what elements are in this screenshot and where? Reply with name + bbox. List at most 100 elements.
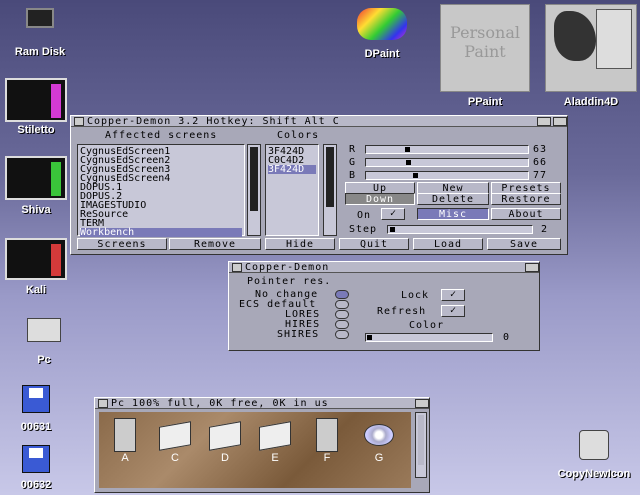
pc-drive-window: Pc 100% full, 0K free, 0K in us A C D E …: [94, 397, 430, 493]
list-item-selected[interactable]: 3F424D: [268, 165, 316, 175]
kali-label: Kali: [25, 284, 47, 296]
pointer-option-label: SHIRES: [277, 329, 320, 340]
g-value: 66: [533, 157, 548, 168]
close-icon[interactable]: [98, 398, 108, 408]
depth-icon[interactable]: [525, 262, 539, 272]
g-slider[interactable]: [365, 158, 529, 167]
refresh-checkbox[interactable]: ✓: [441, 305, 465, 317]
drive-d-icon[interactable]: D: [205, 418, 245, 464]
pointer-radio-no-change[interactable]: [335, 290, 349, 299]
lock-label: Lock: [401, 290, 430, 301]
zoom-icon[interactable]: [537, 116, 551, 126]
ram-disk-label: Ram Disk: [14, 46, 66, 58]
pc-vertical-scrollbar[interactable]: [415, 412, 427, 478]
main-titlebar[interactable]: Copper-Demon 3.2 Hotkey: Shift Alt C: [71, 116, 567, 127]
screens-button[interactable]: Screens: [77, 238, 167, 250]
list-item-selected[interactable]: Workbench: [80, 228, 242, 238]
hard-drive-icon: [209, 421, 241, 451]
shiva-icon[interactable]: Shiva: [2, 156, 70, 216]
hard-drive-icon: [159, 421, 191, 451]
monitor-icon: [5, 238, 67, 280]
misc-title: Copper-Demon: [245, 261, 330, 273]
g-label: G: [349, 157, 357, 168]
pointer-radio-shires[interactable]: [335, 330, 349, 339]
remove-button[interactable]: Remove: [169, 238, 261, 250]
screens-scrollbar[interactable]: [247, 144, 261, 236]
kali-icon[interactable]: Kali: [2, 238, 70, 296]
chip-icon: [26, 8, 54, 28]
disk-00632-icon[interactable]: 00632: [6, 445, 66, 491]
shiva-label: Shiva: [21, 204, 51, 216]
screens-list[interactable]: CygnusEdScreen1 CygnusEdScreen2 CygnusEd…: [77, 144, 245, 238]
aladdin4d-icon[interactable]: Aladdin4D: [542, 4, 640, 108]
pointer-res-label: Pointer res.: [247, 276, 332, 287]
pointer-radio-ecs-default[interactable]: [335, 300, 349, 309]
aladdin-preview: [545, 4, 637, 92]
list-item[interactable]: ReSource: [80, 210, 242, 220]
aladdin4d-label: Aladdin4D: [563, 96, 619, 108]
down-button[interactable]: Down: [345, 193, 415, 205]
drive-a-icon[interactable]: A: [107, 418, 143, 464]
colors-scrollbar[interactable]: [323, 144, 337, 236]
disk-00631-icon[interactable]: 00631: [6, 385, 66, 433]
drive-e-icon[interactable]: E: [255, 418, 295, 464]
hide-button[interactable]: Hide: [265, 238, 335, 250]
pc-icon[interactable]: Pc: [14, 318, 74, 366]
colors-list[interactable]: 3F424D C0C4D2 3F424D: [265, 144, 319, 236]
pointer-radio-lores[interactable]: [335, 310, 349, 319]
color-value: 0: [503, 332, 511, 343]
b-value: 77: [533, 170, 548, 181]
pc-titlebar[interactable]: Pc 100% full, 0K free, 0K in us: [95, 398, 429, 409]
color-label: Color: [409, 320, 445, 331]
save-button[interactable]: Save: [487, 238, 561, 250]
copper-demon-main-window: Copper-Demon 3.2 Hotkey: Shift Alt C Aff…: [70, 115, 568, 255]
copper-demon-misc-window: Copper-Demon Pointer res. No change ECS …: [228, 261, 540, 351]
misc-button[interactable]: Misc: [417, 208, 489, 220]
b-label: B: [349, 170, 357, 181]
pc-drive-icon: [27, 318, 61, 342]
copynewicon-label: CopyNewIcon: [557, 468, 631, 480]
drive-label: G: [374, 452, 384, 464]
step-value: 2: [541, 224, 549, 235]
quit-button[interactable]: Quit: [339, 238, 409, 250]
close-icon[interactable]: [232, 262, 242, 272]
restore-button[interactable]: Restore: [491, 193, 561, 205]
color-slider[interactable]: [365, 333, 493, 342]
colors-label: Colors: [277, 130, 320, 141]
hard-drive-icon: [259, 421, 291, 451]
refresh-label: Refresh: [377, 306, 427, 317]
drive-f-icon[interactable]: F: [309, 418, 345, 464]
step-slider[interactable]: [387, 225, 533, 234]
pointer-radio-hires[interactable]: [335, 320, 349, 329]
disk-00631-label: 00631: [20, 421, 52, 433]
copynewicon-icon[interactable]: CopyNewIcon: [550, 430, 638, 480]
depth-icon[interactable]: [415, 398, 429, 408]
dpaint-icon[interactable]: DPaint: [350, 8, 414, 60]
r-label: R: [349, 144, 357, 155]
step-label: Step: [349, 224, 378, 235]
monitor-icon: [5, 78, 67, 122]
disk-00632-label: 00632: [20, 479, 52, 491]
lock-checkbox[interactable]: ✓: [441, 289, 465, 301]
b-slider[interactable]: [365, 171, 529, 180]
stiletto-icon[interactable]: Stiletto: [2, 78, 70, 136]
close-icon[interactable]: [74, 116, 84, 126]
drive-g-icon[interactable]: G: [359, 418, 399, 464]
depth-icon[interactable]: [553, 116, 567, 126]
cd-rom-icon: [364, 424, 394, 446]
drive-label: A: [121, 452, 129, 464]
about-button[interactable]: About: [491, 208, 561, 220]
on-checkbox[interactable]: ✓: [381, 208, 405, 220]
network-drive-icon: [316, 418, 338, 452]
affected-screens-label: Affected screens: [105, 130, 218, 141]
r-slider[interactable]: [365, 145, 529, 154]
misc-titlebar[interactable]: Copper-Demon: [229, 262, 539, 273]
load-button[interactable]: Load: [413, 238, 483, 250]
delete-button[interactable]: Delete: [417, 193, 489, 205]
floppy-drive-icon: [114, 418, 136, 452]
ram-disk-icon[interactable]: Ram Disk: [8, 8, 72, 58]
palette-icon: [357, 8, 407, 40]
dpaint-label: DPaint: [364, 48, 400, 60]
drive-c-icon[interactable]: C: [155, 418, 195, 464]
ppaint-icon[interactable]: Personal Paint PPaint: [436, 4, 534, 108]
